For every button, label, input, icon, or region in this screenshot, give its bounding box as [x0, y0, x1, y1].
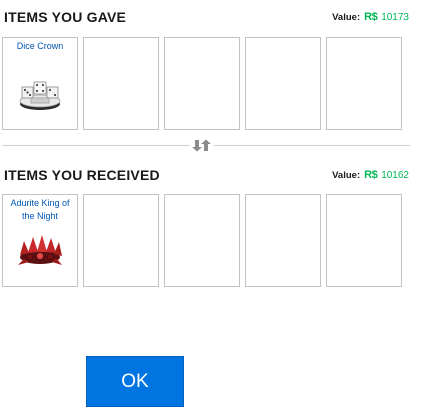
ok-button[interactable]: OK: [86, 356, 184, 407]
received-item-slot-2: [83, 194, 159, 287]
robux-icon: R$: [364, 11, 378, 23]
gave-item-slot-5: [326, 37, 402, 130]
received-item-slot-5: [326, 194, 402, 287]
received-value: Value: R$ 10162: [332, 169, 409, 181]
robux-icon: R$: [364, 169, 378, 181]
gave-item-slot-4: [245, 37, 321, 130]
gave-item-slot-1[interactable]: Dice Crown: [2, 37, 78, 130]
gave-item-slot-3: [164, 37, 240, 130]
item-name-link[interactable]: Adurite King of the Night: [3, 197, 77, 223]
gave-value-label: Value:: [332, 11, 361, 23]
items-received-title: ITEMS YOU RECEIVED: [4, 167, 160, 183]
received-item-slot-1[interactable]: Adurite King of the Night: [2, 194, 78, 287]
received-value-amount: 10162: [381, 169, 409, 181]
item-name-link[interactable]: Dice Crown: [3, 40, 77, 53]
gave-value: Value: R$ 10173: [332, 11, 409, 23]
gave-item-row: Dice Crown: [2, 37, 402, 130]
dice-crown-thumbnail: [19, 81, 61, 110]
received-value-label: Value:: [332, 169, 361, 181]
adurite-king-thumbnail: [18, 235, 62, 265]
received-item-slot-3: [164, 194, 240, 287]
swap-arrows-icon: [190, 138, 214, 152]
gave-value-amount: 10173: [381, 11, 409, 23]
items-gave-title: ITEMS YOU GAVE: [4, 9, 127, 25]
received-item-slot-4: [245, 194, 321, 287]
received-item-row: Adurite King of the Night: [2, 194, 402, 287]
gave-item-slot-2: [83, 37, 159, 130]
